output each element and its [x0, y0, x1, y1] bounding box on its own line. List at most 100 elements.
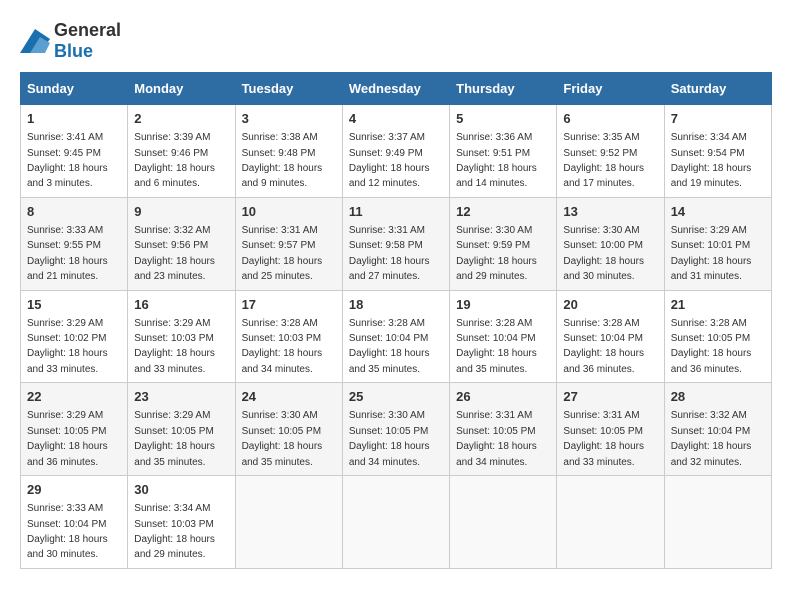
day-number: 22: [27, 388, 121, 406]
day-number: 3: [242, 110, 336, 128]
header-day-tuesday: Tuesday: [235, 73, 342, 105]
day-number: 1: [27, 110, 121, 128]
calendar-cell: 17Sunrise: 3:28 AMSunset: 10:03 PMDaylig…: [235, 290, 342, 383]
day-sunrise: Sunrise: 3:35 AM: [563, 132, 639, 143]
day-sunrise: Sunrise: 3:28 AM: [242, 318, 318, 329]
day-number: 8: [27, 203, 121, 221]
calendar-week-1: 1Sunrise: 3:41 AMSunset: 9:45 PMDaylight…: [21, 105, 772, 198]
day-number: 9: [134, 203, 228, 221]
day-number: 19: [456, 296, 550, 314]
day-daylight: Daylight: 18 hours and 33 minutes.: [27, 348, 108, 374]
calendar-cell: 14Sunrise: 3:29 AMSunset: 10:01 PMDaylig…: [664, 197, 771, 290]
day-number: 4: [349, 110, 443, 128]
calendar-header: SundayMondayTuesdayWednesdayThursdayFrid…: [21, 73, 772, 105]
day-sunrise: Sunrise: 3:39 AM: [134, 132, 210, 143]
day-number: 21: [671, 296, 765, 314]
day-sunset: Sunset: 10:04 PM: [456, 333, 536, 344]
day-sunset: Sunset: 10:04 PM: [349, 333, 429, 344]
day-daylight: Daylight: 18 hours and 34 minutes.: [456, 441, 537, 467]
day-sunrise: Sunrise: 3:32 AM: [671, 410, 747, 421]
day-number: 29: [27, 481, 121, 499]
day-daylight: Daylight: 18 hours and 35 minutes.: [242, 441, 323, 467]
day-sunrise: Sunrise: 3:30 AM: [456, 225, 532, 236]
calendar-cell: 22Sunrise: 3:29 AMSunset: 10:05 PMDaylig…: [21, 383, 128, 476]
day-sunrise: Sunrise: 3:38 AM: [242, 132, 318, 143]
day-sunrise: Sunrise: 3:33 AM: [27, 225, 103, 236]
calendar-cell: 7Sunrise: 3:34 AMSunset: 9:54 PMDaylight…: [664, 105, 771, 198]
calendar-table: SundayMondayTuesdayWednesdayThursdayFrid…: [20, 72, 772, 569]
calendar-cell: 6Sunrise: 3:35 AMSunset: 9:52 PMDaylight…: [557, 105, 664, 198]
calendar-cell: 3 Sunrise: 3:38 AM Sunset: 9:48 PM Daylight…: [235, 105, 342, 198]
day-sunrise: Sunrise: 3:32 AM: [134, 225, 210, 236]
day-number: 18: [349, 296, 443, 314]
calendar-cell: 5Sunrise: 3:36 AMSunset: 9:51 PMDaylight…: [450, 105, 557, 198]
day-daylight: Daylight: 18 hours and 36 minutes.: [671, 348, 752, 374]
day-sunrise: Sunrise: 3:28 AM: [563, 318, 639, 329]
day-sunset: Sunset: 10:04 PM: [27, 519, 107, 530]
day-sunset: Sunset: 10:02 PM: [27, 333, 107, 344]
day-daylight: Daylight: 18 hours and 35 minutes.: [349, 348, 430, 374]
day-sunrise: Sunrise: 3:30 AM: [242, 410, 318, 421]
calendar-cell: 20Sunrise: 3:28 AMSunset: 10:04 PMDaylig…: [557, 290, 664, 383]
header-day-monday: Monday: [128, 73, 235, 105]
day-sunset: Sunset: 10:05 PM: [563, 426, 643, 437]
day-sunrise: Sunrise: 3:33 AM: [27, 503, 103, 514]
day-daylight: Daylight: 18 hours and 34 minutes.: [349, 441, 430, 467]
day-sunset: Sunset: 9:49 PM: [349, 148, 423, 159]
day-sunrise: Sunrise: 3:30 AM: [349, 410, 425, 421]
day-number: 2: [134, 110, 228, 128]
day-daylight: Daylight: 18 hours and 31 minutes.: [671, 256, 752, 282]
day-number: 5: [456, 110, 550, 128]
day-sunrise: Sunrise: 3:30 AM: [563, 225, 639, 236]
day-sunset: Sunset: 9:52 PM: [563, 148, 637, 159]
day-sunset: Sunset: 9:57 PM: [242, 240, 316, 251]
day-sunrise: Sunrise: 3:36 AM: [456, 132, 532, 143]
day-sunset: Sunset: 9:46 PM: [134, 148, 208, 159]
day-daylight: Daylight: 18 hours and 33 minutes.: [134, 348, 215, 374]
day-sunrise: Sunrise: 3:31 AM: [563, 410, 639, 421]
day-sunset: Sunset: 10:00 PM: [563, 240, 643, 251]
day-daylight: Daylight: 18 hours and 21 minutes.: [27, 256, 108, 282]
calendar-cell: 30Sunrise: 3:34 AMSunset: 10:03 PMDaylig…: [128, 476, 235, 569]
header-day-wednesday: Wednesday: [342, 73, 449, 105]
logo-blue: Blue: [54, 41, 93, 61]
day-sunset: Sunset: 9:56 PM: [134, 240, 208, 251]
day-number: 13: [563, 203, 657, 221]
logo-general: General: [54, 20, 121, 40]
day-sunrise: Sunrise: 3:29 AM: [671, 225, 747, 236]
calendar-cell: 1Sunrise: 3:41 AMSunset: 9:45 PMDaylight…: [21, 105, 128, 198]
day-sunset: Sunset: 9:51 PM: [456, 148, 530, 159]
header-row: SundayMondayTuesdayWednesdayThursdayFrid…: [21, 73, 772, 105]
calendar-cell: [557, 476, 664, 569]
day-sunset: Sunset: 10:03 PM: [242, 333, 322, 344]
day-sunset: Sunset: 10:05 PM: [456, 426, 536, 437]
day-number: 12: [456, 203, 550, 221]
calendar-cell: 25Sunrise: 3:30 AMSunset: 10:05 PMDaylig…: [342, 383, 449, 476]
day-sunset: Sunset: 10:05 PM: [242, 426, 322, 437]
day-sunset: Sunset: 9:55 PM: [27, 240, 101, 251]
day-number: 11: [349, 203, 443, 221]
header-day-friday: Friday: [557, 73, 664, 105]
day-number: 25: [349, 388, 443, 406]
calendar-week-5: 29 Sunrise: 3:33 AM Sunset: 10:04 PM Daylig…: [21, 476, 772, 569]
calendar-cell: 8 Sunrise: 3:33 AM Sunset: 9:55 PM Daylight…: [21, 197, 128, 290]
day-daylight: Daylight: 18 hours and 35 minutes.: [134, 441, 215, 467]
day-daylight: Daylight: 18 hours and 9 minutes.: [242, 163, 323, 189]
day-daylight: Daylight: 18 hours and 23 minutes.: [134, 256, 215, 282]
day-sunset: Sunset: 9:48 PM: [242, 148, 316, 159]
day-sunset: Sunset: 10:01 PM: [671, 240, 751, 251]
header: General Blue: [20, 20, 772, 62]
day-number: 26: [456, 388, 550, 406]
day-sunset: Sunset: 10:05 PM: [134, 426, 214, 437]
day-daylight: Daylight: 18 hours and 30 minutes.: [27, 534, 108, 560]
day-sunrise: Sunrise: 3:31 AM: [242, 225, 318, 236]
day-sunrise: Sunrise: 3:29 AM: [134, 318, 210, 329]
day-daylight: Daylight: 18 hours and 12 minutes.: [349, 163, 430, 189]
day-daylight: Daylight: 18 hours and 25 minutes.: [242, 256, 323, 282]
day-sunset: Sunset: 10:04 PM: [563, 333, 643, 344]
calendar-cell: 15Sunrise: 3:29 AMSunset: 10:02 PMDaylig…: [21, 290, 128, 383]
day-sunset: Sunset: 10:03 PM: [134, 519, 214, 530]
day-sunset: Sunset: 9:54 PM: [671, 148, 745, 159]
calendar-cell: 10Sunrise: 3:31 AMSunset: 9:57 PMDayligh…: [235, 197, 342, 290]
day-sunrise: Sunrise: 3:31 AM: [349, 225, 425, 236]
